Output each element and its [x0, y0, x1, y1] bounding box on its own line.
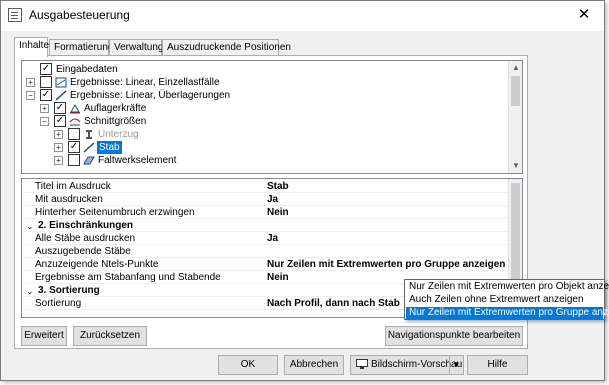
scroll-down-icon[interactable]: ▼ — [509, 159, 522, 173]
beam-icon — [86, 130, 92, 139]
ok-button[interactable]: OK — [218, 355, 278, 375]
dropdown-arrow-icon[interactable]: ▼ — [449, 356, 463, 374]
category-name: 2. Einschränkungen — [38, 220, 134, 231]
tree-item-unterzug[interactable]: + Unterzug — [54, 128, 494, 141]
property-name: Mit ausdrucken — [35, 194, 103, 205]
content-tree[interactable]: ✓ Eingabedaten + Ergebnisse: Linear, Ein… — [21, 60, 523, 174]
property-row[interactable]: Hinterher Seitenumbruch erzwingen Nein — [22, 207, 510, 219]
hilfe-button[interactable]: Hilfe — [467, 355, 528, 375]
tree-item-label: Unterzug — [98, 129, 139, 140]
erweitert-button[interactable]: Erweitert — [21, 326, 67, 346]
property-name: Anzuzeigende Ntels-Punkte — [35, 259, 159, 270]
tree-item-label: Faltwerkselement — [98, 155, 177, 166]
zuruecksetzen-button[interactable]: Zurücksetzen — [73, 326, 147, 346]
abbrechen-button[interactable]: Abbrechen — [284, 355, 344, 375]
tab-inhalte[interactable]: Inhalte — [14, 37, 49, 57]
diagonal-line-icon — [55, 90, 67, 101]
window-app-icon — [8, 8, 22, 22]
results-icon — [55, 77, 67, 88]
property-row[interactable]: Auszugebende Stäbe — [22, 246, 510, 258]
checkbox-stab[interactable]: ✓ — [68, 141, 80, 153]
tree-item-auflagerkraefte[interactable]: + ✓ Auflagerkräfte — [40, 102, 500, 115]
checkbox-unterzug[interactable] — [68, 128, 80, 140]
surface-element-icon — [83, 156, 95, 165]
tab-formatierung[interactable]: Formatierung — [49, 39, 113, 56]
checkbox-faltwerkselement[interactable] — [68, 154, 80, 166]
property-row[interactable]: Mit ausdrucken Ja — [22, 194, 510, 206]
tree-scrollbar[interactable]: ▲ ▼ — [508, 61, 522, 173]
expand-icon[interactable]: + — [54, 143, 63, 152]
tree-item-stab[interactable]: + ✓ Stab — [54, 141, 494, 154]
internal-forces-icon — [69, 118, 81, 126]
tree-item-label: Schnittgrößen — [84, 116, 147, 127]
title-bar: Ausgabesteuerung ✕ — [1, 1, 604, 31]
collapse-icon[interactable]: − — [26, 91, 35, 100]
member-icon — [83, 142, 95, 153]
expand-icon[interactable]: + — [54, 130, 63, 139]
navigationspunkte-bearbeiten-button[interactable]: Navigationspunkte bearbeiten — [385, 326, 523, 346]
property-name: Titel im Ausdruck — [35, 181, 111, 192]
scrollbar-thumb[interactable] — [511, 76, 520, 106]
tree-item-einzellastfaelle[interactable]: + Ergebnisse: Linear, Einzellastfälle — [26, 76, 506, 89]
tree-item-label: Ergebnisse: Linear, Überlagerungen — [70, 90, 231, 101]
dropdown-option[interactable]: Nur Zeilen mit Extremwerten pro Objekt a… — [406, 281, 609, 293]
window-title: Ausgabesteuerung — [29, 8, 130, 22]
property-row[interactable]: Titel im Ausdruck Stab — [22, 181, 510, 193]
category-name: 3. Sortierung — [38, 285, 100, 296]
tree-item-label: Stab — [97, 141, 122, 154]
property-name: Alle Stäbe ausdrucken — [35, 233, 136, 244]
tab-auszudruckende-positionen[interactable]: Auszudruckende Positionen — [162, 39, 291, 56]
property-value[interactable]: Nein — [267, 207, 289, 219]
scroll-up-icon[interactable]: ▲ — [509, 61, 522, 75]
property-value[interactable]: Ja — [267, 194, 278, 206]
property-value[interactable]: Nur Zeilen mit Extremwerten pro Gruppe a… — [267, 259, 505, 271]
ntels-punkte-dropdown-list[interactable]: Nur Zeilen mit Extremwerten pro Objekt a… — [404, 279, 609, 320]
dropdown-option[interactable]: Auch Zeilen ohne Extremwert anzeigen — [406, 294, 603, 306]
property-name: Sortierung — [35, 298, 82, 309]
dialog-window: Ausgabesteuerung ✕ Inhalte Formatierung … — [0, 0, 605, 381]
dropdown-option-selected[interactable]: Nur Zeilen mit Extremwerten pro Gruppe a… — [406, 307, 609, 319]
tab-verwaltung[interactable]: Verwaltung — [109, 39, 163, 56]
monitor-icon — [356, 359, 368, 369]
checkbox-schnittgroessen[interactable]: ✓ — [54, 115, 66, 127]
property-row[interactable]: Anzuzeigende Ntels-Punkte Nur Zeilen mit… — [22, 259, 510, 271]
tree-item-schnittgroessen[interactable]: − ✓ Schnittgrößen — [40, 115, 500, 128]
checkbox-auflagerkraefte[interactable]: ✓ — [54, 102, 66, 114]
property-name: Hinterher Seitenumbruch erzwingen — [35, 207, 195, 218]
checkbox-einzellastfaelle[interactable] — [40, 76, 52, 88]
chevron-down-icon[interactable]: ⌄ — [26, 220, 34, 232]
tree-item-label: Auflagerkräfte — [84, 103, 147, 114]
property-value[interactable]: Nach Profil, dann nach Stab — [267, 298, 400, 310]
close-icon[interactable]: ✕ — [574, 5, 594, 25]
tree-item-faltwerkselement[interactable]: + Faltwerkselement — [54, 154, 494, 167]
tree-item-label: Eingabedaten — [56, 64, 118, 75]
property-value[interactable]: Nein — [267, 272, 289, 284]
chevron-down-icon[interactable]: ⌄ — [26, 285, 34, 297]
property-value[interactable]: Ja — [267, 233, 278, 245]
property-name: Ergebnisse am Stabanfang und Stabende — [35, 272, 221, 283]
expand-icon[interactable]: + — [54, 156, 63, 165]
expand-icon[interactable]: + — [26, 78, 35, 87]
property-value[interactable]: Stab — [267, 181, 289, 193]
property-row[interactable]: Alle Stäbe ausdrucken Ja — [22, 233, 510, 245]
property-category-header[interactable]: ⌄ 2. Einschränkungen — [22, 220, 510, 232]
checkbox-ueberlagerungen[interactable]: ✓ — [40, 89, 52, 101]
tree-item-ueberlagerungen[interactable]: − ✓ Ergebnisse: Linear, Überlagerungen — [26, 89, 506, 102]
support-forces-icon — [70, 103, 80, 114]
bildschirm-vorschau-button[interactable]: Bildschirm-Vorschau ▼ — [350, 355, 464, 375]
tree-item-label: Ergebnisse: Linear, Einzellastfälle — [70, 77, 220, 88]
tree-item-eingabedaten[interactable]: ✓ Eingabedaten — [26, 63, 506, 76]
checkbox-eingabedaten[interactable]: ✓ — [40, 63, 52, 75]
collapse-icon[interactable]: − — [40, 117, 49, 126]
property-name: Auszugebende Stäbe — [35, 246, 131, 257]
expand-icon[interactable]: + — [40, 104, 49, 113]
